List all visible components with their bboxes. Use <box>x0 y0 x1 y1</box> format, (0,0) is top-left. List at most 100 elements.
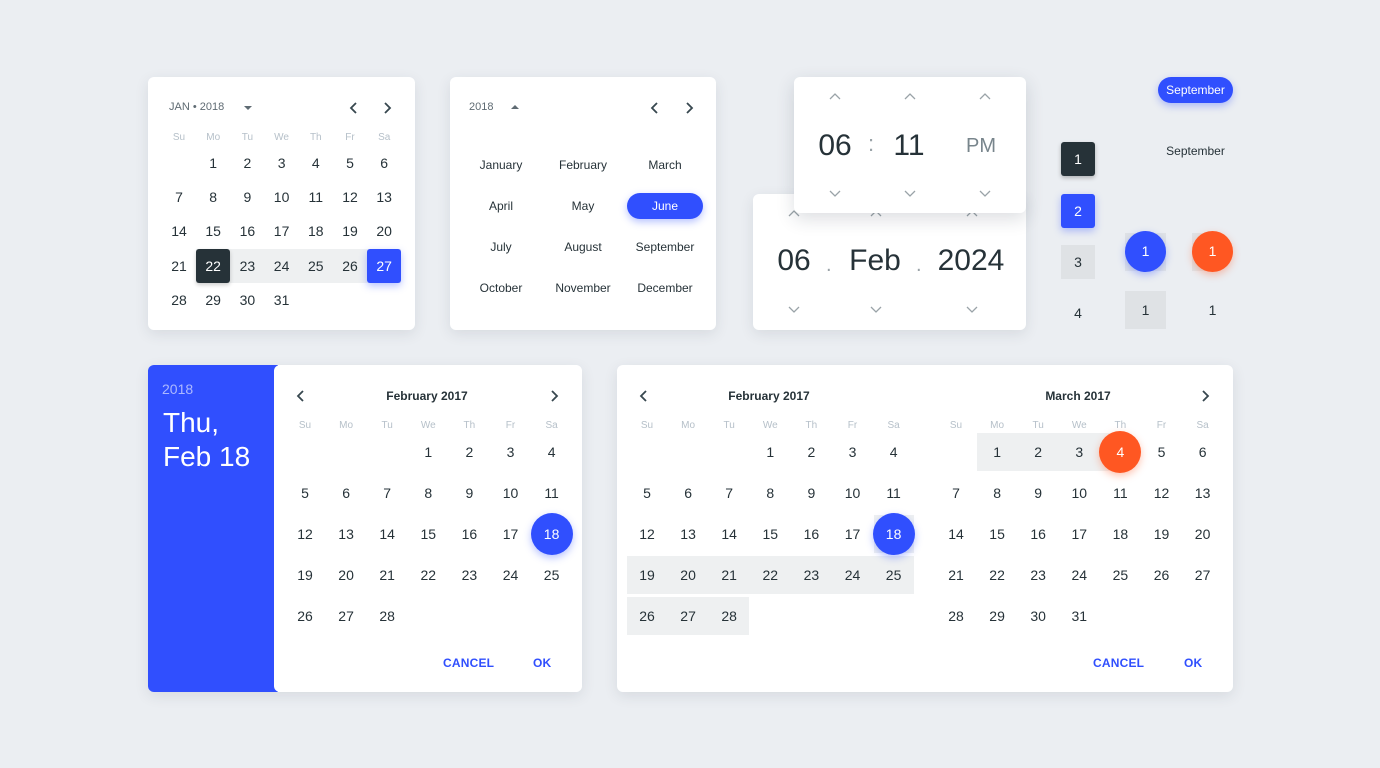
day-cell[interactable]: 2 <box>1021 435 1055 469</box>
caret-down-icon[interactable] <box>240 100 256 116</box>
day-cell[interactable]: 11 <box>877 476 911 510</box>
day-cell[interactable]: 12 <box>630 517 664 551</box>
day-cell[interactable]: 23 <box>230 249 264 283</box>
day-cell[interactable]: 8 <box>980 476 1014 510</box>
day-cell[interactable]: 11 <box>1103 476 1137 510</box>
day-cell[interactable]: 24 <box>1062 558 1096 592</box>
day-cell[interactable]: 9 <box>230 180 264 214</box>
day-cell[interactable]: 22 <box>411 558 445 592</box>
period-up-icon[interactable] <box>977 91 993 103</box>
day-cell[interactable]: 25 <box>299 249 333 283</box>
day-cell[interactable]: 2 <box>452 435 486 469</box>
month-option[interactable]: October <box>463 275 539 301</box>
month-down-icon[interactable] <box>868 303 884 315</box>
day-cell[interactable]: 3 <box>265 146 299 180</box>
day-down-icon[interactable] <box>786 303 802 315</box>
day-value[interactable]: 06 <box>767 244 821 278</box>
day-cell[interactable]: 23 <box>794 558 828 592</box>
day-cell[interactable]: 23 <box>1021 558 1055 592</box>
day-cell[interactable]: 6 <box>367 146 401 180</box>
day-cell[interactable]: 4 <box>877 435 911 469</box>
hour-up-icon[interactable] <box>827 91 843 103</box>
day-cell[interactable]: 1 <box>753 435 787 469</box>
year-down-icon[interactable] <box>964 303 980 315</box>
range-start-day[interactable]: 18 <box>872 513 915 556</box>
day-cell[interactable]: 9 <box>1021 476 1055 510</box>
day-cell[interactable]: 13 <box>1186 476 1220 510</box>
day-cell[interactable]: 4 <box>535 435 569 469</box>
day-cell[interactable]: 7 <box>939 476 973 510</box>
day-cell[interactable]: 14 <box>939 517 973 551</box>
day-cell[interactable]: 20 <box>671 558 705 592</box>
day-cell[interactable]: 17 <box>1062 517 1096 551</box>
month-option-selected[interactable]: June <box>627 193 703 219</box>
range-end-day[interactable]: 27 <box>367 248 402 283</box>
hour-down-icon[interactable] <box>827 187 843 199</box>
day-cell[interactable]: 19 <box>333 214 367 248</box>
cancel-button[interactable]: CANCEL <box>1093 656 1144 670</box>
day-cell[interactable]: 13 <box>671 517 705 551</box>
hour-value[interactable]: 06 <box>810 129 860 163</box>
chevron-left-icon[interactable] <box>636 388 652 404</box>
day-cell[interactable]: 2 <box>794 435 828 469</box>
month-option[interactable]: July <box>463 234 539 260</box>
day-cell[interactable]: 15 <box>196 214 230 248</box>
day-cell[interactable]: 21 <box>712 558 746 592</box>
day-cell[interactable]: 10 <box>494 476 528 510</box>
month-option[interactable]: May <box>545 193 621 219</box>
day-cell[interactable]: 1 <box>411 435 445 469</box>
ok-button[interactable]: OK <box>1184 656 1202 670</box>
day-cell[interactable]: 18 <box>1103 517 1137 551</box>
square-plain[interactable]: 4 <box>1061 296 1095 330</box>
month-value[interactable]: Feb <box>843 244 907 278</box>
plain-day[interactable]: 1 <box>1192 291 1233 329</box>
day-cell[interactable]: 28 <box>939 599 973 633</box>
day-cell[interactable]: 15 <box>753 517 787 551</box>
chevron-right-icon[interactable] <box>681 100 697 116</box>
day-cell[interactable]: 3 <box>494 435 528 469</box>
day-cell[interactable]: 13 <box>367 180 401 214</box>
day-cell[interactable]: 5 <box>288 476 322 510</box>
day-cell[interactable]: 8 <box>753 476 787 510</box>
day-cell[interactable]: 16 <box>794 517 828 551</box>
day-cell[interactable]: 16 <box>230 214 264 248</box>
day-cell[interactable]: 19 <box>630 558 664 592</box>
day-cell[interactable]: 14 <box>162 214 196 248</box>
day-cell[interactable]: 6 <box>1186 435 1220 469</box>
chevron-left-icon[interactable] <box>647 100 663 116</box>
selected-year[interactable]: 2018 <box>162 381 193 397</box>
day-cell[interactable]: 24 <box>265 249 299 283</box>
day-cell[interactable]: 20 <box>329 558 363 592</box>
chevron-right-icon[interactable] <box>379 100 395 116</box>
day-cell[interactable]: 5 <box>1145 435 1179 469</box>
day-cell[interactable]: 7 <box>162 180 196 214</box>
day-cell[interactable]: 31 <box>1062 599 1096 633</box>
day-cell[interactable]: 25 <box>1103 558 1137 592</box>
day-cell[interactable]: 15 <box>411 517 445 551</box>
day-cell[interactable]: 29 <box>196 283 230 317</box>
day-cell[interactable]: 28 <box>712 599 746 633</box>
day-cell[interactable]: 17 <box>265 214 299 248</box>
month-option[interactable]: September <box>627 234 703 260</box>
day-cell[interactable]: 28 <box>370 599 404 633</box>
day-cell[interactable]: 26 <box>333 249 367 283</box>
day-cell[interactable]: 18 <box>299 214 333 248</box>
month-year-label[interactable]: JAN • 2018 <box>169 101 224 113</box>
day-cell[interactable]: 7 <box>712 476 746 510</box>
month-option[interactable]: August <box>545 234 621 260</box>
minute-down-icon[interactable] <box>902 187 918 199</box>
square-blue[interactable]: 2 <box>1061 194 1095 228</box>
selected-day[interactable]: 18 <box>530 513 573 556</box>
period-down-icon[interactable] <box>977 187 993 199</box>
day-cell[interactable]: 11 <box>299 180 333 214</box>
day-cell[interactable]: 9 <box>794 476 828 510</box>
chevron-right-icon[interactable] <box>546 388 562 404</box>
day-cell[interactable]: 23 <box>452 558 486 592</box>
day-cell[interactable]: 16 <box>1021 517 1055 551</box>
day-cell[interactable]: 22 <box>753 558 787 592</box>
day-cell[interactable]: 17 <box>836 517 870 551</box>
range-start-day[interactable]: 22 <box>196 248 231 283</box>
square-dark[interactable]: 1 <box>1061 142 1095 176</box>
month-option[interactable]: December <box>627 275 703 301</box>
range-end-day[interactable]: 4 <box>1099 431 1142 473</box>
